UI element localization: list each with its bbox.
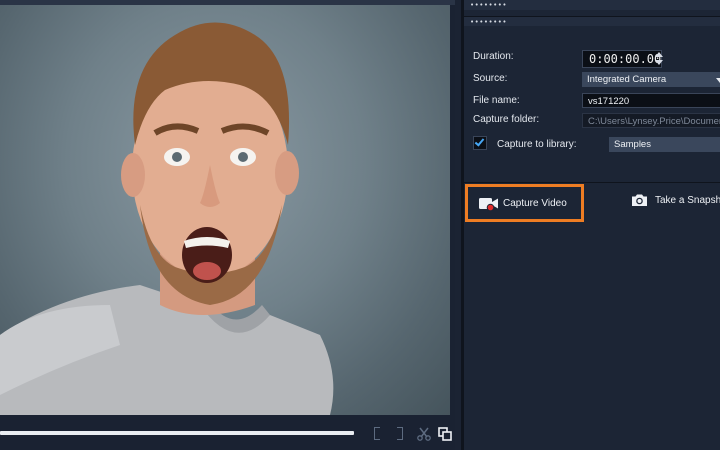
capture-folder-field[interactable]: C:\Users\Lynsey.Price\Documents (582, 113, 720, 128)
timeline-scrubber[interactable] (0, 431, 354, 435)
capture-to-library-checkbox[interactable] (473, 136, 487, 150)
video-preview (0, 5, 450, 415)
checkmark-icon (474, 136, 485, 147)
duration-label: Duration: (473, 51, 514, 62)
file-name-input[interactable]: vs171220 (582, 93, 720, 108)
video-camera-icon (479, 198, 498, 211)
duration-spinner[interactable] (654, 51, 664, 67)
scissors-icon[interactable] (416, 427, 432, 441)
camera-icon (632, 194, 647, 206)
take-snapshot-label: Take a Snapshot (655, 195, 720, 206)
capture-options-panel: •••••••• •••••••• Duration: 0:00:00.00 S… (461, 0, 720, 450)
webcam-feed-image (0, 22, 334, 415)
panel-drag-handle-secondary[interactable]: •••••••• (464, 16, 720, 26)
duration-timecode-field[interactable]: 0:00:00.00 (582, 50, 662, 68)
spinner-up-icon[interactable] (655, 52, 663, 57)
spinner-down-icon[interactable] (655, 60, 663, 65)
source-label: Source: (473, 73, 508, 84)
take-snapshot-button[interactable]: Take a Snapshot (629, 190, 720, 214)
file-name-label: File name: (473, 95, 520, 106)
panel-drag-handle[interactable]: •••••••• (464, 0, 720, 10)
source-dropdown[interactable]: Integrated Camera (582, 72, 720, 87)
divider (464, 182, 720, 183)
preview-pane (0, 0, 455, 450)
capture-to-library-label: Capture to library: (497, 139, 577, 150)
grip-dots-icon: •••••••• (470, 1, 508, 9)
mark-out-icon[interactable] (392, 427, 408, 441)
library-dropdown[interactable]: Samples (609, 137, 720, 152)
grip-dots-icon: •••••••• (470, 18, 508, 26)
mark-in-icon[interactable] (369, 427, 385, 441)
copy-icon[interactable] (437, 427, 453, 441)
capture-folder-label: Capture folder: (473, 114, 540, 125)
chevron-down-icon[interactable] (716, 78, 720, 83)
capture-video-label: Capture Video (503, 198, 567, 209)
capture-video-button[interactable]: Capture Video (465, 184, 584, 222)
